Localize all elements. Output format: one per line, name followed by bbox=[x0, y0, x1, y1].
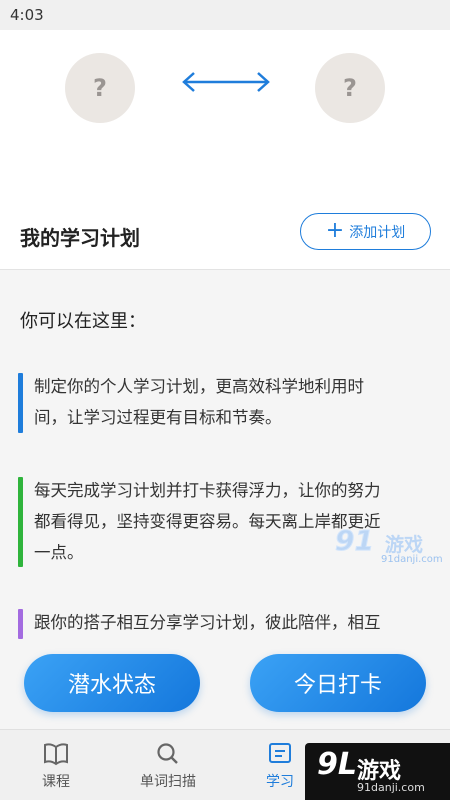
search-icon bbox=[157, 743, 178, 764]
tab-label: 单词扫描 bbox=[140, 774, 196, 790]
watermark-text: 游戏 bbox=[385, 534, 424, 556]
dive-status-button[interactable]: 潜水状态 bbox=[24, 654, 200, 712]
watermark-url: 91danji.com bbox=[357, 781, 425, 794]
watermark-logo: 9L bbox=[317, 747, 357, 782]
status-bar: 4:03 bbox=[0, 0, 450, 30]
status-time: 4:03 bbox=[10, 6, 44, 24]
accent-bar bbox=[18, 373, 23, 433]
tab-word-scan[interactable]: 单词扫描 bbox=[112, 742, 224, 791]
double-arrow-icon bbox=[182, 72, 270, 92]
feature-text-line: 每天完成学习计划并打卡获得浮力，让你的努力 bbox=[34, 481, 381, 500]
avatar-placeholder: ? bbox=[93, 74, 107, 102]
accent-bar bbox=[18, 609, 23, 639]
plus-icon: + bbox=[325, 217, 345, 243]
avatar-placeholder: ? bbox=[343, 74, 357, 102]
book-icon bbox=[44, 743, 68, 766]
feature-item: 跟你的搭子相互分享学习计划，彼此陪伴，相互 bbox=[18, 607, 438, 639]
plan-header: ? ? 我的学习计划 + 添加计划 bbox=[0, 30, 450, 270]
tab-courses[interactable]: 课程 bbox=[0, 742, 112, 791]
watermark-logo: 91 bbox=[335, 524, 375, 558]
tab-label: 学习 bbox=[266, 774, 294, 790]
study-icon bbox=[269, 743, 291, 763]
add-plan-button[interactable]: + 添加计划 bbox=[300, 213, 431, 250]
feature-text-line: 跟你的搭子相互分享学习计划，彼此陪伴，相互 bbox=[34, 613, 381, 632]
plan-intro-content: 你可以在这里： 制定你的个人学习计划，更高效科学地利用时 间，让学习过程更有目标… bbox=[0, 271, 450, 641]
checkin-button[interactable]: 今日打卡 bbox=[250, 654, 426, 712]
my-avatar[interactable]: ? bbox=[65, 53, 135, 123]
tab-label: 课程 bbox=[42, 774, 70, 790]
partner-avatar[interactable]: ? bbox=[315, 53, 385, 123]
feature-item: 制定你的个人学习计划，更高效科学地利用时 间，让学习过程更有目标和节奏。 bbox=[18, 371, 438, 433]
intro-text: 你可以在这里： bbox=[20, 311, 146, 332]
corner-watermark: 9L 游戏 91danji.com bbox=[305, 743, 450, 800]
page-title: 我的学习计划 bbox=[20, 226, 140, 250]
site-watermark: 91 游戏 91danji.com bbox=[335, 524, 443, 568]
feature-text-line: 制定你的个人学习计划，更高效科学地利用时 bbox=[34, 377, 364, 396]
accent-bar bbox=[18, 477, 23, 567]
feature-text-line: 间，让学习过程更有目标和节奏。 bbox=[34, 408, 282, 427]
add-plan-label: 添加计划 bbox=[349, 224, 406, 241]
watermark-url: 91danji.com bbox=[381, 554, 443, 565]
action-bar: 潜水状态 今日打卡 bbox=[0, 641, 450, 729]
